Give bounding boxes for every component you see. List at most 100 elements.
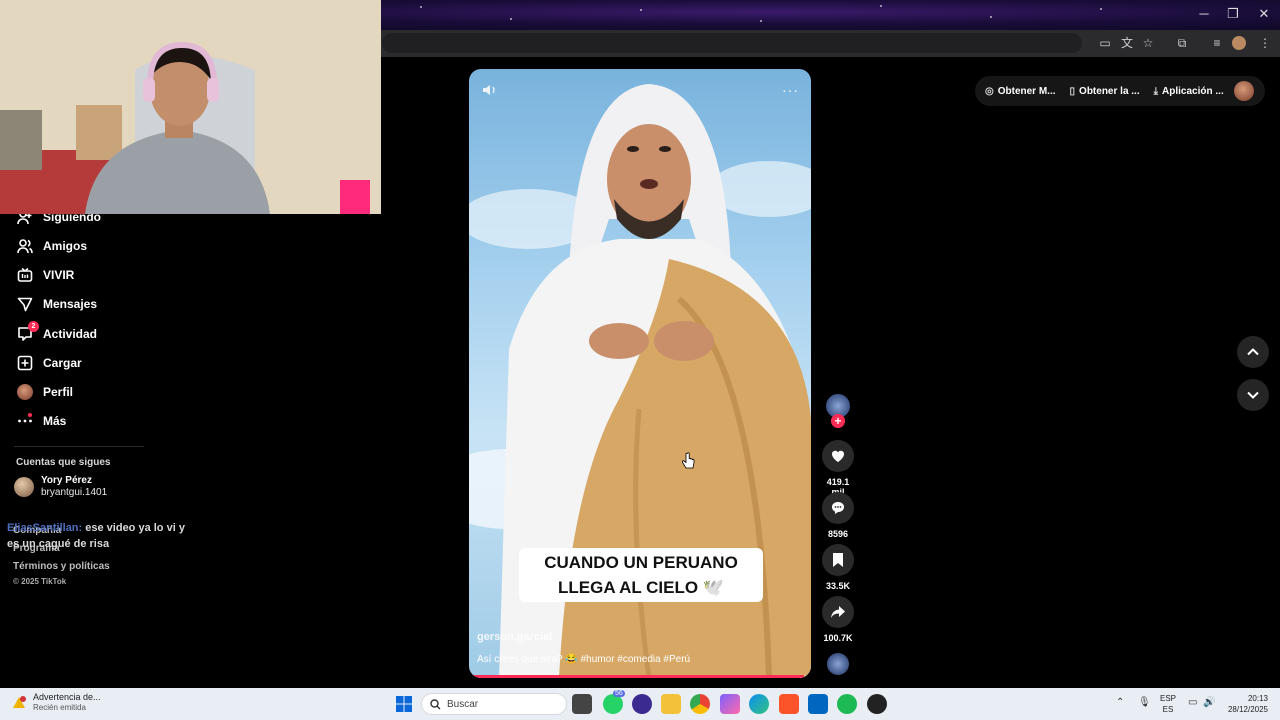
sidebar-item-label: Actividad — [43, 327, 98, 341]
activity-badge: 2 — [28, 321, 39, 332]
notification-subtitle: Recién emitida — [33, 703, 86, 712]
link-label: Obtener la ... — [1079, 85, 1140, 97]
sidebar-item-label: VIVIR — [43, 268, 75, 282]
desktop-app-link[interactable]: ⤓ Aplicación ... — [1154, 86, 1224, 97]
save-count: 33.5K — [825, 581, 851, 591]
bookmark-star-icon[interactable]: ☆ — [1139, 34, 1157, 52]
browser-menu-icon[interactable]: ⋮ — [1256, 34, 1274, 52]
share-button[interactable]: 100.7K — [820, 596, 856, 643]
next-video-button[interactable] — [1237, 379, 1269, 411]
sidebar-item-messages[interactable]: Mensajes — [16, 293, 97, 315]
chat-message: ese video ya lo vi y — [85, 522, 185, 534]
app-icon[interactable] — [867, 694, 887, 714]
notification-item[interactable]: Advertencia de... Recién emitida — [12, 692, 101, 713]
taskbar-search-placeholder: Buscar — [447, 698, 479, 710]
spotify-icon[interactable] — [837, 694, 857, 714]
task-view-icon[interactable] — [572, 694, 592, 714]
like-button[interactable]: 419.1 mil — [820, 440, 856, 497]
sidebar-item-label: Cargar — [43, 356, 82, 370]
followed-account-handle: bryantgui.1401 — [41, 487, 108, 498]
bookmark-icon — [822, 544, 854, 576]
close-window-button[interactable]: ✕ — [1253, 5, 1275, 23]
caption-line: CUANDO UN PERUANO — [544, 553, 738, 572]
webcam-overlay — [0, 0, 381, 214]
video-author[interactable]: gerson.garcial — [477, 631, 552, 643]
chrome-icon[interactable] — [690, 694, 710, 714]
windows-taskbar: Advertencia de... Recién emitida Buscar … — [0, 688, 1280, 720]
link-label: Aplicación ... — [1162, 85, 1224, 97]
sidebar-item-label: Mensajes — [43, 297, 98, 311]
chat-message-continued: es un cagué de risa — [7, 538, 110, 550]
phone-icon: ▯ — [1069, 85, 1076, 97]
save-button[interactable]: 33.5K — [820, 544, 856, 591]
windows-start-icon[interactable] — [396, 696, 412, 712]
stream-chat-overlay: EliasSantillan: ese video ya lo vi y es … — [7, 520, 237, 552]
coin-icon: ◎ — [985, 85, 994, 97]
sidebar-item-more[interactable]: Más — [16, 410, 66, 432]
language-code: ESP — [1160, 694, 1177, 703]
activity-icon: 2 — [16, 321, 39, 343]
sidebar-divider — [14, 446, 144, 447]
get-app-link[interactable]: ▯ Obtener la ... — [1070, 86, 1140, 97]
sound-icon[interactable] — [481, 81, 499, 99]
whatsapp-icon[interactable]: 56 — [603, 690, 625, 714]
sidebar-item-upload[interactable]: Cargar — [16, 352, 82, 374]
store-icon[interactable] — [808, 694, 828, 714]
caption-line: LLEGA AL CIELO 🕊️ — [558, 578, 724, 597]
minimize-button[interactable]: ─ — [1193, 5, 1215, 23]
get-coins-link[interactable]: ◎ Obtener M... — [985, 86, 1056, 97]
comment-button[interactable]: 8596 — [820, 492, 856, 539]
media-controls-icon[interactable]: ≡ — [1208, 34, 1226, 52]
browser-profile-avatar[interactable] — [1232, 36, 1246, 50]
copilot-icon[interactable] — [720, 694, 740, 714]
cast-icon[interactable]: ▭ — [1096, 34, 1114, 52]
top-links-bar: ◎ Obtener M... ▯ Obtener la ... ⤓ Aplicació… — [975, 76, 1265, 106]
heart-icon — [822, 440, 854, 472]
microphone-icon[interactable]: 🎙 — [1138, 697, 1151, 708]
taskbar-search[interactable]: Buscar — [421, 693, 567, 715]
music-disc-icon[interactable] — [827, 653, 849, 675]
edge-icon[interactable] — [749, 694, 769, 714]
sidebar-item-friends[interactable]: Amigos — [16, 235, 87, 257]
messages-icon — [16, 295, 34, 313]
network-icon[interactable]: ▭ — [1188, 697, 1197, 708]
sidebar-item-label: Amigos — [43, 239, 88, 253]
sidebar-item-profile[interactable]: Perfil — [16, 381, 73, 403]
translate-icon[interactable]: 文 — [1118, 34, 1136, 52]
keyboard-layout: ES — [1162, 705, 1174, 714]
followed-account-item[interactable]: Yory Pérez bryantgui.1401 — [14, 475, 107, 499]
live-icon — [16, 266, 34, 284]
address-bar[interactable] — [382, 33, 1082, 53]
video-player[interactable]: ··· CUANDO UN PERUANO LLEGA AL CIELO 🕊️ … — [469, 69, 811, 678]
tray-expand-icon[interactable]: ⌃ — [1116, 697, 1124, 708]
clock-time: 20:13 — [1247, 694, 1268, 703]
file-explorer-icon[interactable] — [661, 694, 681, 714]
language-indicator[interactable]: ESP ES — [1160, 693, 1176, 715]
volume-icon[interactable]: 🔊 — [1203, 697, 1215, 708]
sidebar-item-label: Más — [43, 414, 67, 428]
chat-username: EliasSantillan: — [7, 522, 83, 534]
follow-plus-button[interactable]: + — [831, 414, 845, 428]
video-more-options-icon[interactable]: ··· — [782, 82, 799, 98]
avatar — [14, 477, 34, 497]
extensions-icon[interactable]: ⧉ — [1173, 34, 1191, 52]
followed-accounts-title: Cuentas que sigues — [16, 457, 111, 468]
followed-account-name: Yory Pérez — [41, 475, 92, 486]
system-clock[interactable]: 20:13 28/12/2025 — [1222, 693, 1268, 715]
clock-date: 28/12/2025 — [1227, 705, 1268, 714]
app-icon[interactable] — [632, 694, 652, 714]
hand-cursor-icon — [681, 452, 695, 469]
sidebar-item-activity[interactable]: 2 Actividad — [16, 321, 98, 345]
maximize-button[interactable]: ❐ — [1222, 5, 1244, 23]
whatsapp-badge: 56 — [613, 690, 625, 697]
search-icon — [430, 698, 441, 709]
sidebar-item-label: Perfil — [43, 385, 74, 399]
sidebar-item-live[interactable]: VIVIR — [16, 264, 74, 286]
friends-icon — [16, 237, 34, 255]
brave-icon[interactable] — [779, 694, 799, 714]
more-icon — [16, 412, 34, 430]
video-caption-overlay: CUANDO UN PERUANO LLEGA AL CIELO 🕊️ — [519, 548, 763, 602]
previous-video-button[interactable] — [1237, 336, 1269, 368]
user-profile-avatar[interactable] — [1234, 81, 1254, 101]
video-progress-bar[interactable] — [469, 675, 811, 678]
